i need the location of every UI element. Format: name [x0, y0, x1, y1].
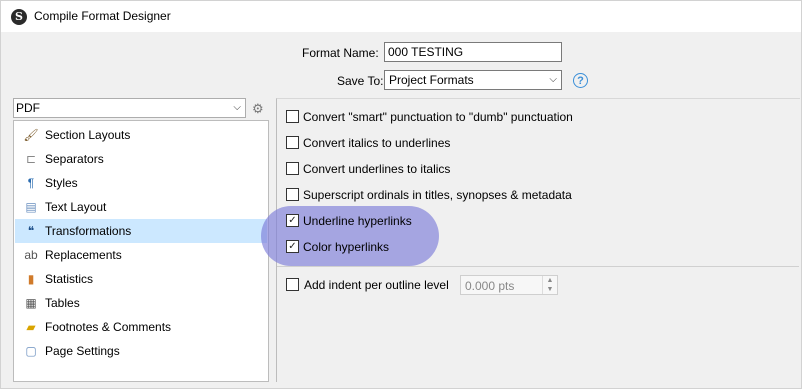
sidebar-item-label: Statistics — [45, 272, 94, 286]
transformations-icon: ❝ — [27, 224, 35, 238]
stepper-arrows-icon[interactable]: ▲ ▼ — [542, 276, 557, 294]
statistics-icon: ▮ — [27, 272, 35, 286]
sidebar-item-text-layout[interactable]: ▤ Text Layout — [15, 195, 267, 219]
sidebar-item-separators[interactable]: ⊏ Separators — [15, 147, 267, 171]
option-checkbox[interactable] — [286, 162, 299, 175]
help-icon[interactable]: ? — [573, 73, 588, 88]
sidebar-item-transformations[interactable]: ❝ Transformations — [15, 219, 267, 243]
save-to-dropdown[interactable]: Project Formats ⌵ — [384, 70, 562, 90]
sidebar-item-tables[interactable]: ▦ Tables — [15, 291, 267, 315]
option-checkbox[interactable] — [286, 110, 299, 123]
sidebar-item-label: Page Settings — [45, 344, 120, 358]
output-format-dropdown[interactable]: PDF ⌵ — [13, 98, 246, 118]
gear-icon[interactable]: ⚙ — [252, 101, 264, 117]
save-to-label: Save To: — [337, 74, 384, 88]
chevron-down-icon: ⌵ — [233, 102, 241, 113]
option-checkbox[interactable] — [286, 188, 299, 201]
text-layout-icon: ▤ — [25, 200, 37, 214]
save-to-value: Project Formats — [389, 73, 474, 87]
format-name-label: Format Name: — [302, 46, 379, 60]
footnotes-icon: ▰ — [26, 320, 36, 334]
sidebar-item-label: Text Layout — [45, 200, 107, 214]
indent-checkbox[interactable] — [286, 278, 299, 291]
output-format-value: PDF — [16, 101, 40, 115]
page-settings-icon: ▢ — [25, 344, 37, 358]
sidebar-item-footnotes-comments[interactable]: ▰ Footnotes & Comments — [15, 315, 267, 339]
format-sections-list: 🖌 Section Layouts ⊏ Separators ¶ Styles ▤ Text … — [13, 120, 269, 382]
tables-icon: ▦ — [25, 296, 37, 310]
option-label: Convert underlines to italics — [303, 162, 451, 176]
sidebar-item-section-layouts[interactable]: 🖌 Section Layouts — [15, 123, 267, 147]
option-label: Convert "smart" punctuation to "dumb" pu… — [303, 110, 573, 124]
option-label: Superscript ordinals in titles, synopses… — [303, 188, 572, 202]
sidebar-item-page-settings[interactable]: ▢ Page Settings — [15, 339, 267, 363]
sidebar-item-statistics[interactable]: ▮ Statistics — [15, 267, 267, 291]
sidebar-item-label: Footnotes & Comments — [45, 320, 172, 334]
sidebar-item-label: Replacements — [45, 248, 122, 262]
sidebar-item-styles[interactable]: ¶ Styles — [15, 171, 267, 195]
option-checkbox[interactable]: ✓ — [286, 240, 299, 253]
sidebar-item-label: Transformations — [45, 224, 132, 238]
styles-icon: ¶ — [27, 176, 35, 190]
option-checkbox[interactable] — [286, 136, 299, 149]
indent-amount-value: 0.000 pts — [465, 279, 515, 293]
option-label: Color hyperlinks — [303, 240, 390, 254]
chevron-down-icon: ⌵ — [549, 74, 557, 85]
scrivener-app-icon: S — [11, 9, 27, 25]
sidebar-item-label: Styles — [45, 176, 78, 190]
indent-amount-stepper[interactable]: 0.000 pts ▲ ▼ — [460, 275, 558, 295]
option-label: Underline hyperlinks — [303, 214, 412, 228]
format-name-input[interactable] — [384, 42, 562, 62]
section-divider — [277, 266, 799, 267]
option-checkbox[interactable]: ✓ — [286, 214, 299, 227]
brush-icon: 🖌 — [23, 128, 39, 142]
window-title: Compile Format Designer — [34, 9, 171, 23]
sidebar-item-label: Section Layouts — [45, 128, 131, 142]
title-bar: S Compile Format Designer — [1, 1, 801, 32]
replacements-icon: ab — [24, 248, 38, 262]
sidebar-item-label: Separators — [45, 152, 104, 166]
sidebar-item-replacements[interactable]: ab Replacements — [15, 243, 267, 267]
sidebar-item-label: Tables — [45, 296, 80, 310]
indent-label: Add indent per outline level — [304, 278, 449, 292]
separator-icon: ⊏ — [25, 152, 37, 166]
option-label: Convert italics to underlines — [303, 136, 451, 150]
